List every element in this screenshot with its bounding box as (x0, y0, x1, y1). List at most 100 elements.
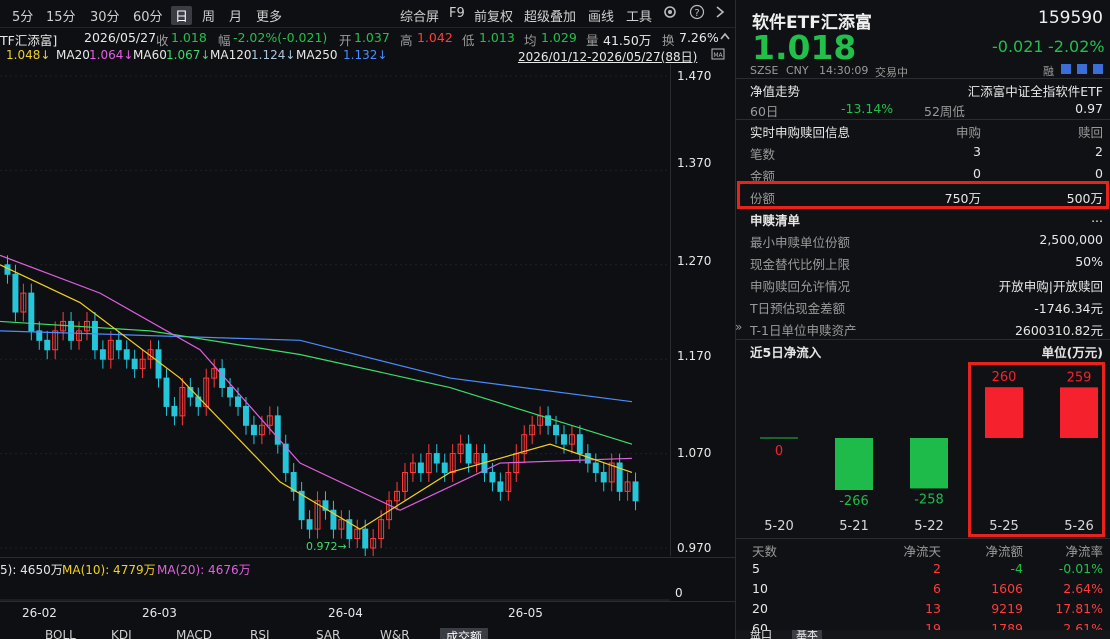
flow-amount: 1606 (991, 581, 1023, 596)
summary-header: 天数 净流天 净流额 净流率 (736, 539, 1110, 559)
flow-days: 13 (925, 601, 941, 616)
edit-icon[interactable] (1060, 63, 1072, 78)
low-value: 1.013 (479, 30, 515, 45)
tab-rsi[interactable]: RSI (250, 628, 270, 639)
date-tick: 26-04 (328, 606, 363, 620)
period-week[interactable]: 周 (202, 6, 215, 25)
candle-body (131, 358, 138, 370)
volume-chart[interactable] (0, 576, 670, 601)
list-row: T-1日单位申赎资产 2600310.82元 (736, 317, 1110, 339)
period-5m[interactable]: 5分 (12, 6, 33, 25)
avg-value: 1.029 (541, 30, 577, 45)
row-value: 2,500,000 (1039, 232, 1103, 247)
high-value: 1.042 (417, 30, 453, 45)
indicator-settings-icon[interactable]: MA (711, 47, 725, 64)
collapse-arrow-icon[interactable]: » (735, 320, 742, 334)
date-range[interactable]: 2026/01/12-2026/05/27(88日) (518, 48, 697, 65)
buy-value: 3 (973, 144, 981, 159)
w52-value: 0.97 (1075, 101, 1103, 116)
col-flowdays: 净流天 (903, 544, 941, 559)
combo-screen-button[interactable]: 综合屏 (400, 6, 439, 25)
candle-body (171, 405, 178, 417)
summary-row: 10 6 1606 2.64% (736, 579, 1110, 599)
draw-button[interactable]: 画线 (588, 6, 614, 25)
flow-value-label: 0 (775, 444, 783, 459)
ma20-line (0, 264, 633, 530)
quote-time: 14:30:09 (819, 64, 869, 77)
period-month[interactable]: 月 (229, 6, 242, 25)
list-row: T日预估现金差额 -1746.34元 (736, 295, 1110, 317)
tab-orderbook[interactable]: 盘口 (750, 630, 772, 639)
candle-body (433, 453, 440, 464)
tab-macd[interactable]: MACD (176, 628, 212, 639)
row-label: 最小申赎单位份额 (750, 235, 851, 250)
candle-body (68, 320, 75, 341)
candle-body (362, 528, 369, 549)
tab-kdj[interactable]: KDJ (111, 628, 132, 639)
open-value: 1.037 (354, 30, 390, 45)
period-60m[interactable]: 60分 (133, 6, 163, 25)
subscribe-col: 申购 (955, 125, 981, 140)
help-icon[interactable]: ? (689, 4, 705, 24)
row-value: 开放申购|开放赎回 (998, 279, 1103, 294)
volume-axis-zero: 0 (675, 586, 683, 600)
adjust-button[interactable]: 前复权 (474, 6, 513, 25)
tab-basic[interactable]: 基本 (792, 630, 822, 639)
draw-icon[interactable] (1076, 63, 1088, 78)
candle-body (417, 462, 424, 473)
ma60-label: MA60 (133, 48, 167, 62)
more-icon[interactable] (1092, 63, 1104, 78)
tab-wr[interactable]: W&R (380, 628, 410, 639)
price-tick: 1.270 (677, 254, 712, 268)
summary-row: 5 2 -4 -0.01% (736, 559, 1110, 579)
tab-sar[interactable]: SAR (316, 628, 340, 639)
fund-code: 159590 (1038, 8, 1103, 28)
candle-body (91, 320, 98, 351)
price-tick: 0.970 (677, 541, 712, 555)
chevron-right-icon[interactable] (713, 4, 727, 24)
ma-legend: 1.048↓ MA20 1.064↓ MA60 1.067↓ MA120 1.1… (0, 47, 735, 64)
period-30m[interactable]: 30分 (90, 6, 120, 25)
turn-value: 7.26% (679, 30, 719, 45)
candle-body (44, 339, 51, 351)
ma250-value: 1.132↓ (343, 48, 388, 62)
candle-body (561, 434, 567, 445)
candle-body (632, 481, 639, 502)
chevron-up-icon[interactable] (719, 30, 731, 45)
candle-body (115, 339, 122, 351)
ma60-line (0, 254, 633, 511)
price-change: -0.021 (992, 37, 1044, 56)
tools-button[interactable]: 工具 (626, 6, 652, 25)
shares-highlight-box (737, 181, 1109, 209)
flow-date-label: 5-20 (764, 519, 794, 534)
w52-label: 52周低 (924, 104, 965, 119)
col-rate: 净流率 (1065, 544, 1103, 559)
tab-turnover[interactable]: 成交额 (440, 628, 489, 639)
f9-button[interactable]: F9 (449, 6, 465, 21)
period-more[interactable]: 更多 (256, 6, 282, 25)
flow-amount: -4 (1010, 561, 1023, 576)
period-15m[interactable]: 15分 (46, 6, 76, 25)
overlay-button[interactable]: 超级叠加 (524, 6, 576, 25)
low-marker: 0.972→ (306, 540, 347, 553)
period-toolbar: 5分 15分 30分 60分 日 周 月 更多 综合屏 F9 前复权 超级叠加 … (0, 0, 735, 28)
list-row: 最小申赎单位份额 2,500,000 (736, 229, 1110, 251)
svg-text:?: ? (694, 8, 699, 19)
days: 10 (752, 581, 768, 596)
gear-icon[interactable] (662, 4, 678, 24)
candle-body (497, 481, 504, 492)
realtime-row: 笔数 3 2 (736, 141, 1110, 163)
d60-value: -13.14% (841, 101, 894, 116)
price-change-pct: -2.02% (1048, 37, 1105, 56)
tab-boll[interactable]: BOLL (45, 628, 76, 639)
row-label: 笔数 (750, 147, 776, 162)
flow-value-label: -266 (839, 494, 869, 509)
candle-body (576, 434, 583, 455)
candle-body (99, 349, 106, 360)
list-more[interactable]: ... (1091, 210, 1103, 225)
realtime-section-title: 实时申购赎回信息 (750, 125, 851, 140)
period-day[interactable]: 日 (171, 6, 193, 25)
days: 20 (752, 601, 768, 616)
candlestick-chart[interactable]: 0.972→ (0, 64, 670, 556)
candle-body (28, 292, 35, 332)
